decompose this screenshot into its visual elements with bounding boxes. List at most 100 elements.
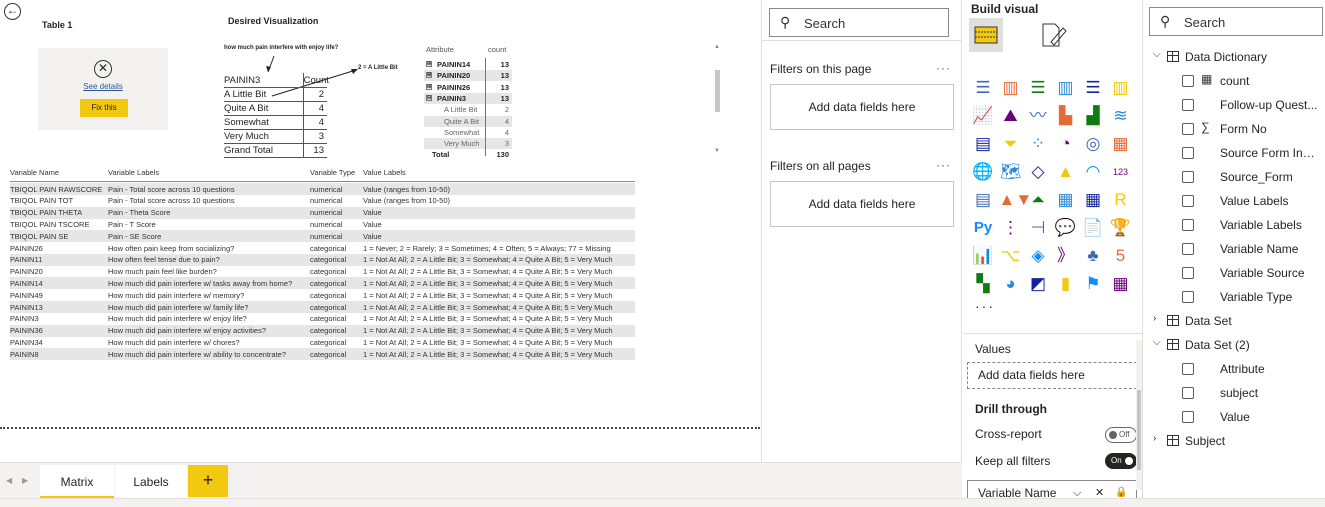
data-table-node[interactable]: › Data Set: [1143, 309, 1325, 333]
waterfall-icon[interactable]: ▤: [971, 132, 995, 156]
data-field-item[interactable]: Variable Source: [1143, 261, 1325, 285]
sunburst-icon[interactable]: ◕: [999, 272, 1023, 296]
line-clustered-icon[interactable]: ▟: [1081, 104, 1105, 128]
table-row[interactable]: TBIQOL PAIN TOT Pain - Total score across…: [10, 195, 635, 207]
values-drop-zone[interactable]: Add data fields here: [967, 362, 1137, 389]
field-checkbox[interactable]: [1182, 267, 1194, 279]
field-checkbox[interactable]: [1182, 171, 1194, 183]
chevron-down-icon[interactable]: ⌵: [1073, 481, 1081, 498]
clustered-bar-icon[interactable]: ☰: [1026, 76, 1050, 100]
kpi-icon[interactable]: ▲▼: [999, 188, 1033, 212]
100-column-icon[interactable]: ▥: [1109, 76, 1133, 100]
field-checkbox[interactable]: [1182, 387, 1194, 399]
table-grid-icon[interactable]: ▦: [1109, 272, 1133, 296]
tab-labels[interactable]: Labels: [115, 465, 187, 499]
table-row[interactable]: PAININ49 How much did pain interfere w/ m…: [10, 289, 635, 301]
ribbon-chart-icon[interactable]: ≋: [1109, 104, 1133, 128]
chevron-right-icon[interactable]: ›: [1153, 313, 1156, 324]
table-row[interactable]: TBIQOL PAIN RAWSCORE Pain - Total score a…: [10, 183, 635, 195]
narrative-icon[interactable]: 📄: [1081, 216, 1105, 240]
bar-chart-icon[interactable]: ▮: [1054, 272, 1078, 296]
html5-icon[interactable]: 5: [1109, 244, 1133, 268]
more-visuals-icon[interactable]: ···: [975, 298, 995, 314]
table-column-header[interactable]: Variable Labels: [108, 168, 159, 181]
sankey-icon[interactable]: ♣: [1081, 244, 1105, 268]
matrix-icon[interactable]: ▦: [1081, 188, 1105, 212]
field-checkbox[interactable]: [1182, 291, 1194, 303]
stacked-area-icon[interactable]: 〰: [1026, 104, 1050, 128]
data-field-item[interactable]: ▦ count: [1143, 69, 1325, 93]
clustered-column-icon[interactable]: ▥: [1054, 76, 1078, 100]
table-row[interactable]: PAININ14 How much did pain interfere w/ t…: [10, 277, 635, 290]
prev-page-icon[interactable]: ◀: [6, 476, 12, 485]
table-column-header[interactable]: Variable Type: [310, 168, 355, 181]
table-row[interactable]: PAININ34 How much did pain interfere w/ c…: [10, 336, 635, 348]
filters-page-more-icon[interactable]: ···: [936, 61, 951, 75]
custom-grid-icon[interactable]: ▚: [971, 272, 995, 296]
field-checkbox[interactable]: [1182, 123, 1194, 135]
data-field-item[interactable]: Variable Type: [1143, 285, 1325, 309]
power-apps-icon[interactable]: ⌥: [999, 244, 1023, 268]
matrix-row[interactable]: ⊟ PAININ3 13: [424, 92, 512, 104]
decomp-tree-icon[interactable]: ⊣: [1026, 216, 1050, 240]
data-field-item[interactable]: Attribute: [1143, 357, 1325, 381]
data-field-item[interactable]: Source Form Inst...: [1143, 141, 1325, 165]
data-field-item[interactable]: Variable Name: [1143, 237, 1325, 261]
data-field-item[interactable]: subject: [1143, 381, 1325, 405]
field-checkbox[interactable]: [1182, 363, 1194, 375]
table-row[interactable]: PAININ20 How much pain feel like burden? c…: [10, 266, 635, 278]
table-column-header[interactable]: Variable Name: [10, 168, 59, 181]
data-search-input[interactable]: ⚲ Search: [1149, 7, 1323, 36]
chevron-visual-icon[interactable]: 》: [1054, 244, 1078, 268]
flag-icon[interactable]: ⚑: [1081, 272, 1105, 296]
expand-icon[interactable]: ⊞: [426, 61, 432, 67]
slicer-icon[interactable]: ⏶: [1026, 188, 1050, 212]
line-column-icon[interactable]: ▙: [1054, 104, 1078, 128]
fix-this-button[interactable]: Fix this: [80, 99, 128, 117]
scatter-icon[interactable]: ⁘: [1026, 132, 1050, 156]
field-checkbox[interactable]: [1182, 75, 1194, 87]
table-row[interactable]: PAININ36 How much did pain interfere w/ e…: [10, 324, 635, 337]
table-row[interactable]: PAININ13 How much did pain interfere w/ f…: [10, 301, 635, 313]
key-influencers-icon[interactable]: ⋮: [999, 216, 1023, 240]
see-details-link[interactable]: See details: [38, 82, 168, 91]
field-checkbox[interactable]: [1182, 243, 1194, 255]
filters-search-input[interactable]: ⚲ Search: [769, 8, 949, 37]
data-field-item[interactable]: Follow-up Quest...: [1143, 93, 1325, 117]
card-icon[interactable]: 123: [1109, 160, 1133, 184]
filters-all-drop-zone[interactable]: Add data fields here: [770, 181, 954, 227]
area-chart-icon[interactable]: ⛰: [999, 104, 1023, 128]
matrix-scrollbar[interactable]: ▲ ▼: [714, 44, 721, 156]
chevron-right-icon[interactable]: ›: [1153, 433, 1156, 444]
azure-map-icon[interactable]: ▲: [1054, 160, 1078, 184]
table-icon[interactable]: ▦: [1054, 188, 1078, 212]
keep-all-filters-toggle[interactable]: On: [1105, 453, 1137, 469]
remove-icon[interactable]: ✕: [1095, 481, 1104, 498]
data-table-node[interactable]: › Subject: [1143, 429, 1325, 453]
stacked-bar-icon[interactable]: ☰: [971, 76, 995, 100]
multirow-card-icon[interactable]: ▤: [971, 188, 995, 212]
table-row[interactable]: TBIQOL PAIN TSCORE Pain - T Score numerica…: [10, 218, 635, 230]
table-column-header[interactable]: Value Labels: [363, 168, 406, 181]
power-automate-icon[interactable]: ◈: [1026, 244, 1050, 268]
filters-page-drop-zone[interactable]: Add data fields here: [770, 84, 954, 130]
tab-matrix[interactable]: Matrix: [40, 465, 114, 499]
treemap-icon[interactable]: ▦: [1109, 132, 1133, 156]
paginated-icon[interactable]: 📊: [971, 244, 995, 268]
image-visual-icon[interactable]: ◩: [1026, 272, 1050, 296]
matrix-row[interactable]: ⊞ PAININ26 13: [424, 82, 512, 93]
data-table-node[interactable]: ⌵ Data Dictionary: [1143, 45, 1325, 69]
funnel-icon[interactable]: ⏷: [999, 132, 1023, 156]
stacked-column-icon[interactable]: ▥: [999, 76, 1023, 100]
table-row[interactable]: PAININ8 How much did pain interfere w/ ab…: [10, 348, 635, 361]
matrix-row[interactable]: ⊞ PAININ14 13: [424, 59, 512, 70]
lock-icon[interactable]: 🔒: [1115, 481, 1127, 498]
next-page-icon[interactable]: ▶: [22, 476, 28, 485]
expand-icon[interactable]: ⊟: [426, 94, 432, 101]
back-arrow-icon[interactable]: ←: [4, 3, 21, 20]
gauge-icon[interactable]: ◠: [1081, 160, 1105, 184]
qa-icon[interactable]: 💬: [1054, 216, 1078, 240]
field-checkbox[interactable]: [1182, 411, 1194, 423]
matrix-row[interactable]: ⊞ PAININ20 13: [424, 70, 512, 82]
trophy-icon[interactable]: 🏆: [1109, 216, 1133, 240]
